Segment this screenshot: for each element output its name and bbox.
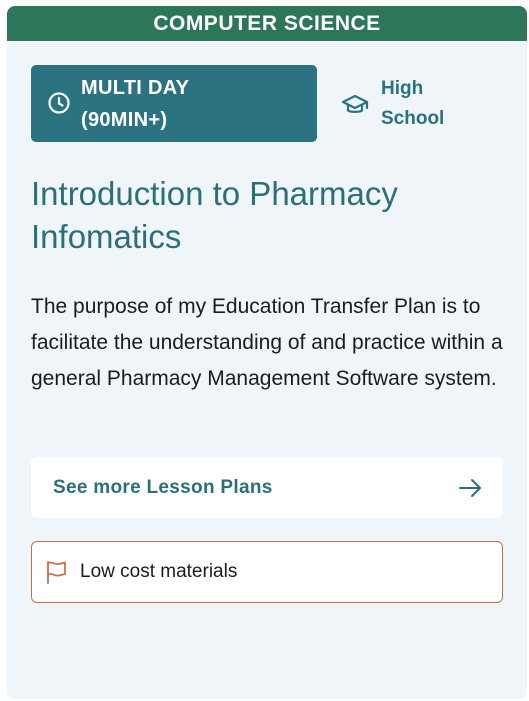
clock-icon xyxy=(48,91,70,114)
lesson-card: COMPUTER SCIENCE MULTI DAY (90MIN+) High… xyxy=(7,6,527,699)
duration-badge: MULTI DAY (90MIN+) xyxy=(31,65,317,142)
lesson-description: The purpose of my Education Transfer Pla… xyxy=(31,295,503,390)
category-banner: COMPUTER SCIENCE xyxy=(7,6,527,41)
lesson-meta: MULTI DAY (90MIN+) High School xyxy=(31,65,503,142)
lesson-title: Introduction to Pharmacy Infomatics xyxy=(31,175,398,255)
materials-label: Low cost materials xyxy=(80,561,238,582)
flag-icon xyxy=(47,561,66,584)
arrow-right-icon xyxy=(459,478,481,497)
see-more-label: See more Lesson Plans xyxy=(53,476,273,498)
grade-level: High School xyxy=(341,65,471,142)
materials-tag: Low cost materials xyxy=(31,541,503,603)
duration-label: MULTI DAY (90MIN+) xyxy=(81,76,189,131)
grade-label: High School xyxy=(381,77,445,129)
see-more-lesson-plans-button[interactable]: See more Lesson Plans xyxy=(31,457,503,518)
graduation-cap-icon xyxy=(341,94,369,113)
